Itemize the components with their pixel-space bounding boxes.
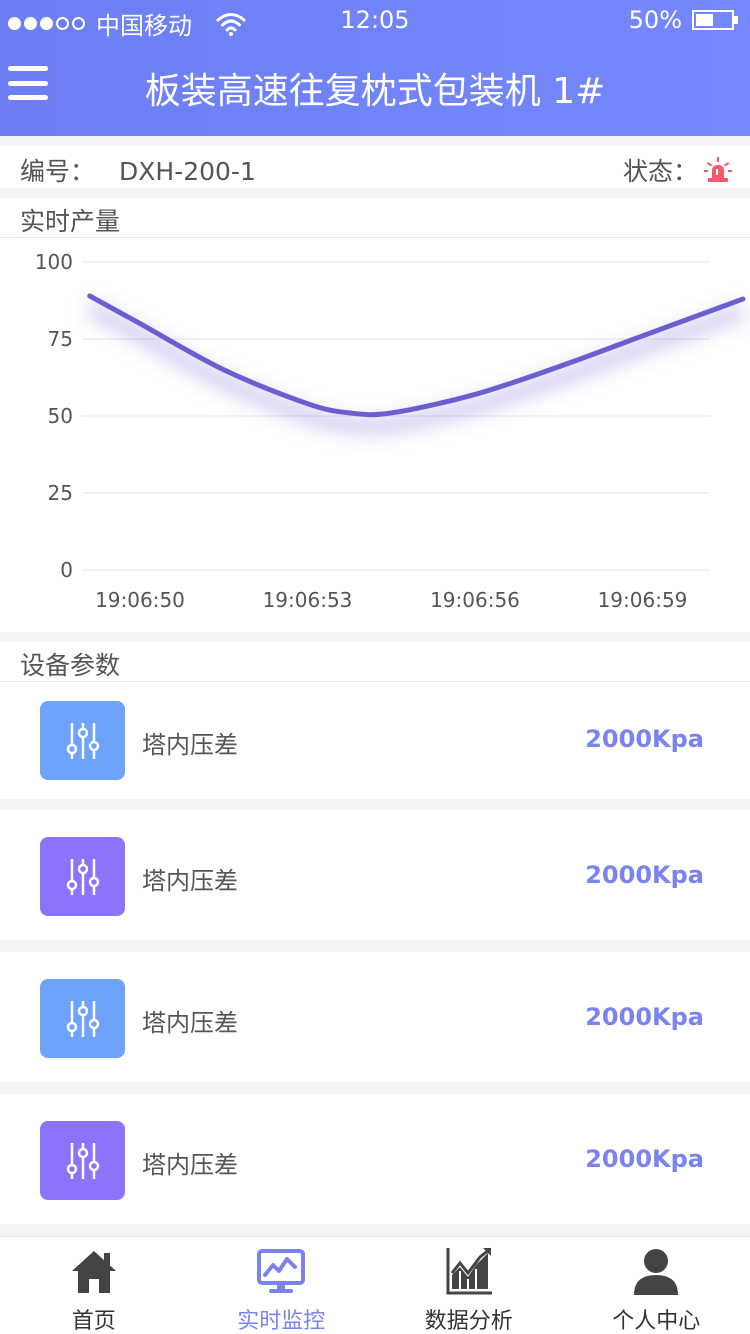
status-bar: 中国移动 12:05 50% (0, 0, 750, 40)
tab-home[interactable]: 首页 (0, 1237, 188, 1334)
sliders-icon (40, 979, 125, 1058)
param-label: 塔内压差 (142, 867, 238, 895)
status-right: 50% (628, 6, 738, 34)
param-value: 2000Kpa (585, 1003, 704, 1031)
battery-icon (692, 10, 738, 30)
device-code-value: DXH-200-1 (119, 157, 256, 186)
y-tick-label: 25 (48, 481, 73, 505)
y-tick-label: 100 (35, 250, 73, 274)
chart-icon (446, 1247, 492, 1295)
device-params-section: 设备参数 (0, 642, 750, 682)
x-tick-label: 19:06:59 (598, 588, 688, 612)
monitor-icon (257, 1249, 306, 1293)
x-tick-label: 19:06:56 (430, 588, 520, 612)
param-label: 塔内压差 (142, 731, 238, 759)
section-title: 设备参数 (0, 642, 750, 682)
param-value: 2000Kpa (585, 725, 704, 753)
param-value: 2000Kpa (585, 861, 704, 889)
device-status: 状态： (623, 152, 732, 188)
tab-realtime-monitor[interactable]: 实时监控 (188, 1237, 376, 1334)
header: 中国移动 12:05 50% 板装高速往复枕式包装机 1# (0, 0, 750, 136)
sliders-icon (40, 1121, 125, 1200)
x-tick-label: 19:06:53 (263, 588, 353, 612)
tab-data-analysis[interactable]: 数据分析 (375, 1237, 563, 1334)
y-tick-label: 0 (60, 558, 73, 582)
battery-fill (696, 14, 713, 26)
tab-personal-center[interactable]: 个人中心 (563, 1237, 750, 1334)
param-row[interactable]: 塔内压差 2000Kpa (0, 810, 750, 940)
user-icon (634, 1249, 679, 1295)
param-row[interactable]: 塔内压差 2000Kpa (0, 682, 750, 799)
home-icon (71, 1251, 116, 1293)
x-tick-label: 19:06:50 (95, 588, 185, 612)
param-label: 塔内压差 (142, 1009, 238, 1037)
tab-label: 实时监控 (237, 1309, 326, 1334)
realtime-output-section: 实时产量 0 25 50 75 100 19:06:50 19:06:53 19:06:56… (0, 198, 750, 632)
y-tick-label: 50 (48, 404, 73, 428)
sliders-icon (40, 837, 125, 916)
y-tick-label: 75 (48, 327, 73, 351)
param-row[interactable]: 塔内压差 2000Kpa (0, 952, 750, 1082)
tab-label: 个人中心 (612, 1309, 701, 1334)
device-code-label: 编号： (20, 157, 96, 186)
param-row[interactable]: 塔内压差 2000Kpa (0, 1094, 750, 1224)
param-value: 2000Kpa (585, 1145, 704, 1173)
tab-bar: 首页 实时监控 数据分析 个人中心 (0, 1236, 750, 1334)
param-label: 塔内压差 (142, 1151, 238, 1179)
tab-label: 首页 (71, 1309, 116, 1334)
output-line-chart: 0 25 50 75 100 19:06:50 19:06:53 19:06:56 19:06… (35, 250, 746, 612)
tab-label: 数据分析 (424, 1309, 513, 1334)
sliders-icon (40, 701, 125, 780)
section-title: 实时产量 (0, 198, 750, 238)
alarm-icon (704, 157, 732, 182)
battery-percent: 50% (628, 6, 682, 34)
device-info-bar: 编号： DXH-200-1 状态： (0, 146, 750, 188)
device-status-label: 状态： (622, 157, 698, 186)
page-title: 板装高速往复枕式包装机 1# (144, 71, 606, 112)
device-code: 编号： DXH-200-1 (20, 152, 256, 188)
